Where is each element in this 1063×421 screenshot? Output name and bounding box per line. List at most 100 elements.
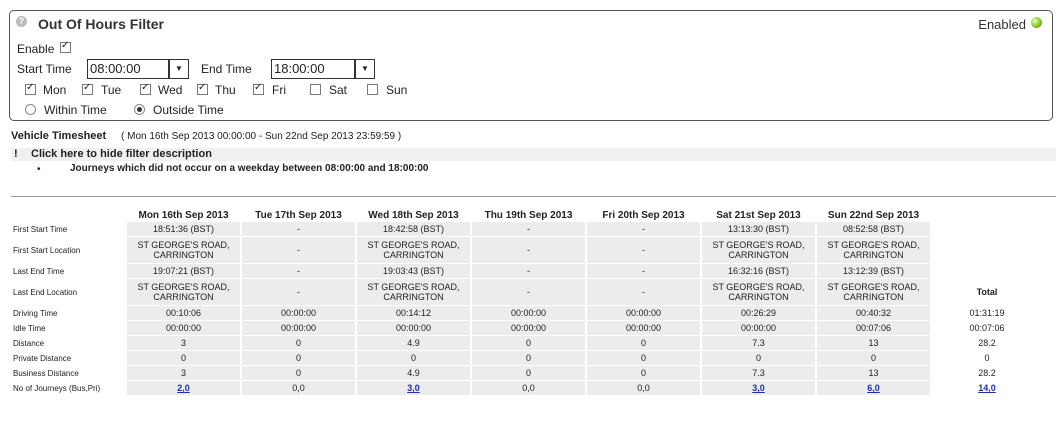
table-cell: - bbox=[242, 264, 355, 278]
table-cell: ST GEORGE'S ROAD, CARRINGTON bbox=[357, 279, 470, 305]
timesheet-table: Mon 16th Sep 2013 Tue 17th Sep 2013 Wed … bbox=[11, 206, 1044, 396]
total-cell bbox=[932, 264, 1042, 278]
table-cell: - bbox=[587, 237, 700, 263]
table-cell: 00:26:29 bbox=[702, 306, 815, 320]
table-row: Distance 3 0 4.9 0 0 7.3 13 28.2 bbox=[13, 336, 1042, 350]
table-cell: 0 bbox=[472, 351, 585, 365]
status-indicator-icon bbox=[1031, 17, 1042, 28]
table-cell: 0 bbox=[242, 351, 355, 365]
warning-icon: ! bbox=[14, 148, 18, 160]
enable-label: Enable bbox=[17, 42, 55, 56]
chevron-down-icon: ▼ bbox=[361, 64, 369, 73]
journeys-link[interactable]: 6,0 bbox=[867, 383, 880, 393]
within-time-radio[interactable] bbox=[25, 104, 36, 115]
table-cell: - bbox=[242, 237, 355, 263]
table-cell: 00:07:06 bbox=[817, 321, 930, 335]
day-checkbox-thu[interactable] bbox=[197, 82, 208, 95]
table-row: Private Distance 0 0 0 0 0 0 0 0 bbox=[13, 351, 1042, 365]
table-cell: 3,0 bbox=[357, 381, 470, 395]
table-cell: 0 bbox=[127, 351, 240, 365]
column-header: Fri 20th Sep 2013 bbox=[602, 210, 685, 221]
day-label-thu: Thu bbox=[215, 83, 236, 97]
table-row: First Start Time 18:51:36 (BST) -18:42:58 … bbox=[13, 222, 1042, 236]
table-cell: 6,0 bbox=[817, 381, 930, 395]
table-cell: 00:00:00 bbox=[242, 306, 355, 320]
enable-checkbox[interactable] bbox=[60, 40, 71, 53]
table-cell: 0 bbox=[587, 336, 700, 350]
day-checkbox-fri[interactable] bbox=[253, 82, 264, 95]
end-time-input[interactable]: 18:00:00 bbox=[271, 59, 355, 79]
row-label: Idle Time bbox=[13, 323, 46, 333]
bullet-icon: • bbox=[37, 164, 41, 175]
end-time-dropdown-button[interactable]: ▼ bbox=[355, 59, 375, 79]
day-checkbox-sat[interactable] bbox=[310, 84, 321, 95]
help-icon[interactable]: ? bbox=[16, 16, 27, 27]
day-checkbox-wed[interactable] bbox=[140, 82, 151, 95]
total-cell: 28.2 bbox=[978, 368, 996, 378]
journeys-link[interactable]: 2,0 bbox=[177, 383, 190, 393]
table-cell: ST GEORGE'S ROAD, CARRINGTON bbox=[702, 279, 815, 305]
start-time-input[interactable]: 08:00:00 bbox=[87, 59, 169, 79]
table-cell: 00:10:06 bbox=[127, 306, 240, 320]
table-row: No of Journeys (Bus,Pri) 2,0 0,0 3,0 0,0 0,0 3… bbox=[13, 381, 1042, 395]
start-time-label: Start Time bbox=[17, 62, 72, 76]
hide-filter-description-link[interactable]: Click here to hide filter description bbox=[31, 148, 212, 160]
column-header: Sun 22nd Sep 2013 bbox=[827, 210, 920, 221]
table-cell: 00:00:00 bbox=[472, 321, 585, 335]
table-cell: 3,0 bbox=[702, 381, 815, 395]
day-label-tue: Tue bbox=[101, 83, 122, 97]
table-cell: 13 bbox=[817, 366, 930, 380]
day-checkbox-tue[interactable] bbox=[82, 82, 93, 95]
journeys-link[interactable]: 3,0 bbox=[407, 383, 420, 393]
outside-time-label: Outside Time bbox=[153, 103, 224, 117]
table-cell: 0 bbox=[472, 336, 585, 350]
total-cell: 0 bbox=[984, 353, 990, 363]
row-label: Last End Time bbox=[13, 266, 65, 276]
out-of-hours-filter-panel: ? Out Of Hours Filter Enabled Enable Sta… bbox=[9, 10, 1053, 121]
table-cell: 00:00:00 bbox=[242, 321, 355, 335]
table-cell: - bbox=[472, 222, 585, 236]
journeys-link[interactable]: 3,0 bbox=[752, 383, 765, 393]
table-cell: 00:00:00 bbox=[357, 321, 470, 335]
table-cell: 13 bbox=[817, 336, 930, 350]
table-cell: 3 bbox=[127, 336, 240, 350]
total-header: Total bbox=[976, 287, 998, 297]
table-cell: ST GEORGE'S ROAD, CARRINGTON bbox=[127, 279, 240, 305]
table-cell: 00:40:32 bbox=[817, 306, 930, 320]
column-header: Thu 19th Sep 2013 bbox=[484, 210, 573, 221]
table-cell: ST GEORGE'S ROAD, CARRINGTON bbox=[817, 279, 930, 305]
table-cell: 00:14:12 bbox=[357, 306, 470, 320]
outside-time-radio[interactable] bbox=[134, 104, 145, 115]
filter-description-item: Journeys which did not occur on a weekda… bbox=[70, 163, 429, 174]
row-label: First Start Location bbox=[13, 245, 81, 255]
table-cell: - bbox=[472, 237, 585, 263]
total-cell bbox=[932, 222, 1042, 236]
table-cell: 7.3 bbox=[702, 336, 815, 350]
start-time-dropdown-button[interactable]: ▼ bbox=[169, 59, 189, 79]
table-cell: - bbox=[472, 279, 585, 305]
table-cell: 4.9 bbox=[357, 366, 470, 380]
table-cell: 13:12:39 (BST) bbox=[817, 264, 930, 278]
table-cell: 00:00:00 bbox=[472, 306, 585, 320]
table-cell: 0,0 bbox=[242, 381, 355, 395]
day-label-sun: Sun bbox=[386, 83, 408, 97]
column-header: Mon 16th Sep 2013 bbox=[138, 210, 229, 221]
table-cell: - bbox=[242, 222, 355, 236]
table-cell: 0 bbox=[587, 351, 700, 365]
table-cell: 0 bbox=[817, 351, 930, 365]
table-cell: 08:52:58 (BST) bbox=[817, 222, 930, 236]
table-cell: - bbox=[587, 264, 700, 278]
table-cell: 7.3 bbox=[702, 366, 815, 380]
table-cell: - bbox=[587, 279, 700, 305]
column-header: Tue 17th Sep 2013 bbox=[255, 210, 342, 221]
table-cell: 0 bbox=[242, 336, 355, 350]
day-checkbox-mon[interactable] bbox=[25, 82, 36, 95]
row-label: First Start Time bbox=[13, 224, 68, 234]
day-label-mon: Mon bbox=[43, 83, 67, 97]
day-checkbox-sun[interactable] bbox=[367, 84, 378, 95]
table-cell: 4.9 bbox=[357, 336, 470, 350]
total-cell: 00:07:06 bbox=[969, 323, 1005, 333]
total-journeys-link[interactable]: 14,0 bbox=[978, 383, 996, 393]
table-cell: 0 bbox=[472, 366, 585, 380]
table-cell: 0 bbox=[702, 351, 815, 365]
